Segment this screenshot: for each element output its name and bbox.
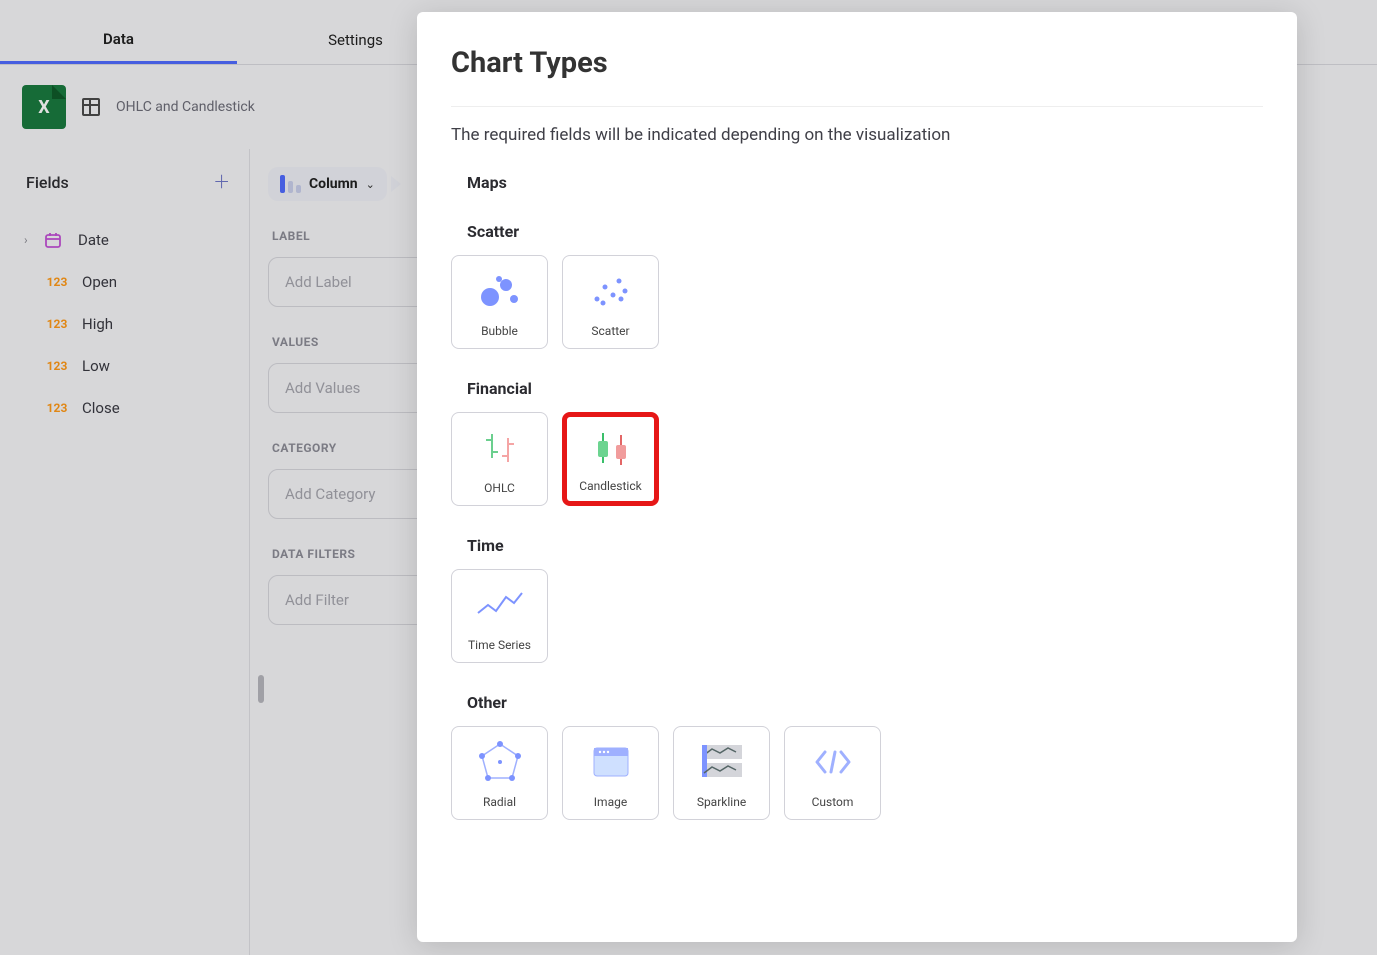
other-row: Radial Image Spa: [451, 726, 1263, 820]
chart-card-custom[interactable]: Custom: [784, 726, 881, 820]
scatter-icon: [563, 256, 658, 324]
chart-card-scatter[interactable]: Scatter: [562, 255, 659, 349]
group-financial: Financial: [467, 379, 1263, 398]
radial-icon: [452, 727, 547, 795]
card-label: Radial: [483, 795, 516, 809]
chart-card-timeseries[interactable]: Time Series: [451, 569, 548, 663]
timeseries-icon: [452, 570, 547, 638]
chart-card-bubble[interactable]: Bubble: [451, 255, 548, 349]
chart-card-image[interactable]: Image: [562, 726, 659, 820]
chart-types-popover: Chart Types The required fields will be …: [417, 12, 1297, 942]
group-scatter: Scatter: [467, 222, 1263, 241]
bubble-icon: [452, 256, 547, 324]
chart-card-sparkline[interactable]: Sparkline: [673, 726, 770, 820]
group-time: Time: [467, 536, 1263, 555]
card-label: Bubble: [481, 324, 518, 338]
ohlc-icon: [452, 413, 547, 481]
chart-card-candlestick[interactable]: Candlestick: [562, 412, 659, 506]
popover-subtitle: The required fields will be indicated de…: [451, 125, 1263, 145]
card-label: Scatter: [591, 324, 629, 338]
card-label: Time Series: [468, 638, 531, 652]
chart-card-radial[interactable]: Radial: [451, 726, 548, 820]
card-label: Sparkline: [697, 795, 746, 809]
card-label: OHLC: [484, 481, 515, 495]
sparkline-icon: [674, 727, 769, 795]
group-maps: Maps: [467, 173, 1263, 192]
candlestick-icon: [567, 417, 654, 479]
time-row: Time Series: [451, 569, 1263, 663]
divider: [451, 106, 1263, 107]
card-label: Image: [594, 795, 627, 809]
chart-card-ohlc[interactable]: OHLC: [451, 412, 548, 506]
financial-row: OHLC Candlestick: [451, 412, 1263, 506]
image-icon: [563, 727, 658, 795]
card-label: Custom: [812, 795, 854, 809]
popover-title: Chart Types: [451, 46, 1263, 80]
card-label: Candlestick: [579, 479, 641, 493]
custom-icon: [785, 727, 880, 795]
scatter-row: Bubble Scatter: [451, 255, 1263, 349]
group-other: Other: [467, 693, 1263, 712]
